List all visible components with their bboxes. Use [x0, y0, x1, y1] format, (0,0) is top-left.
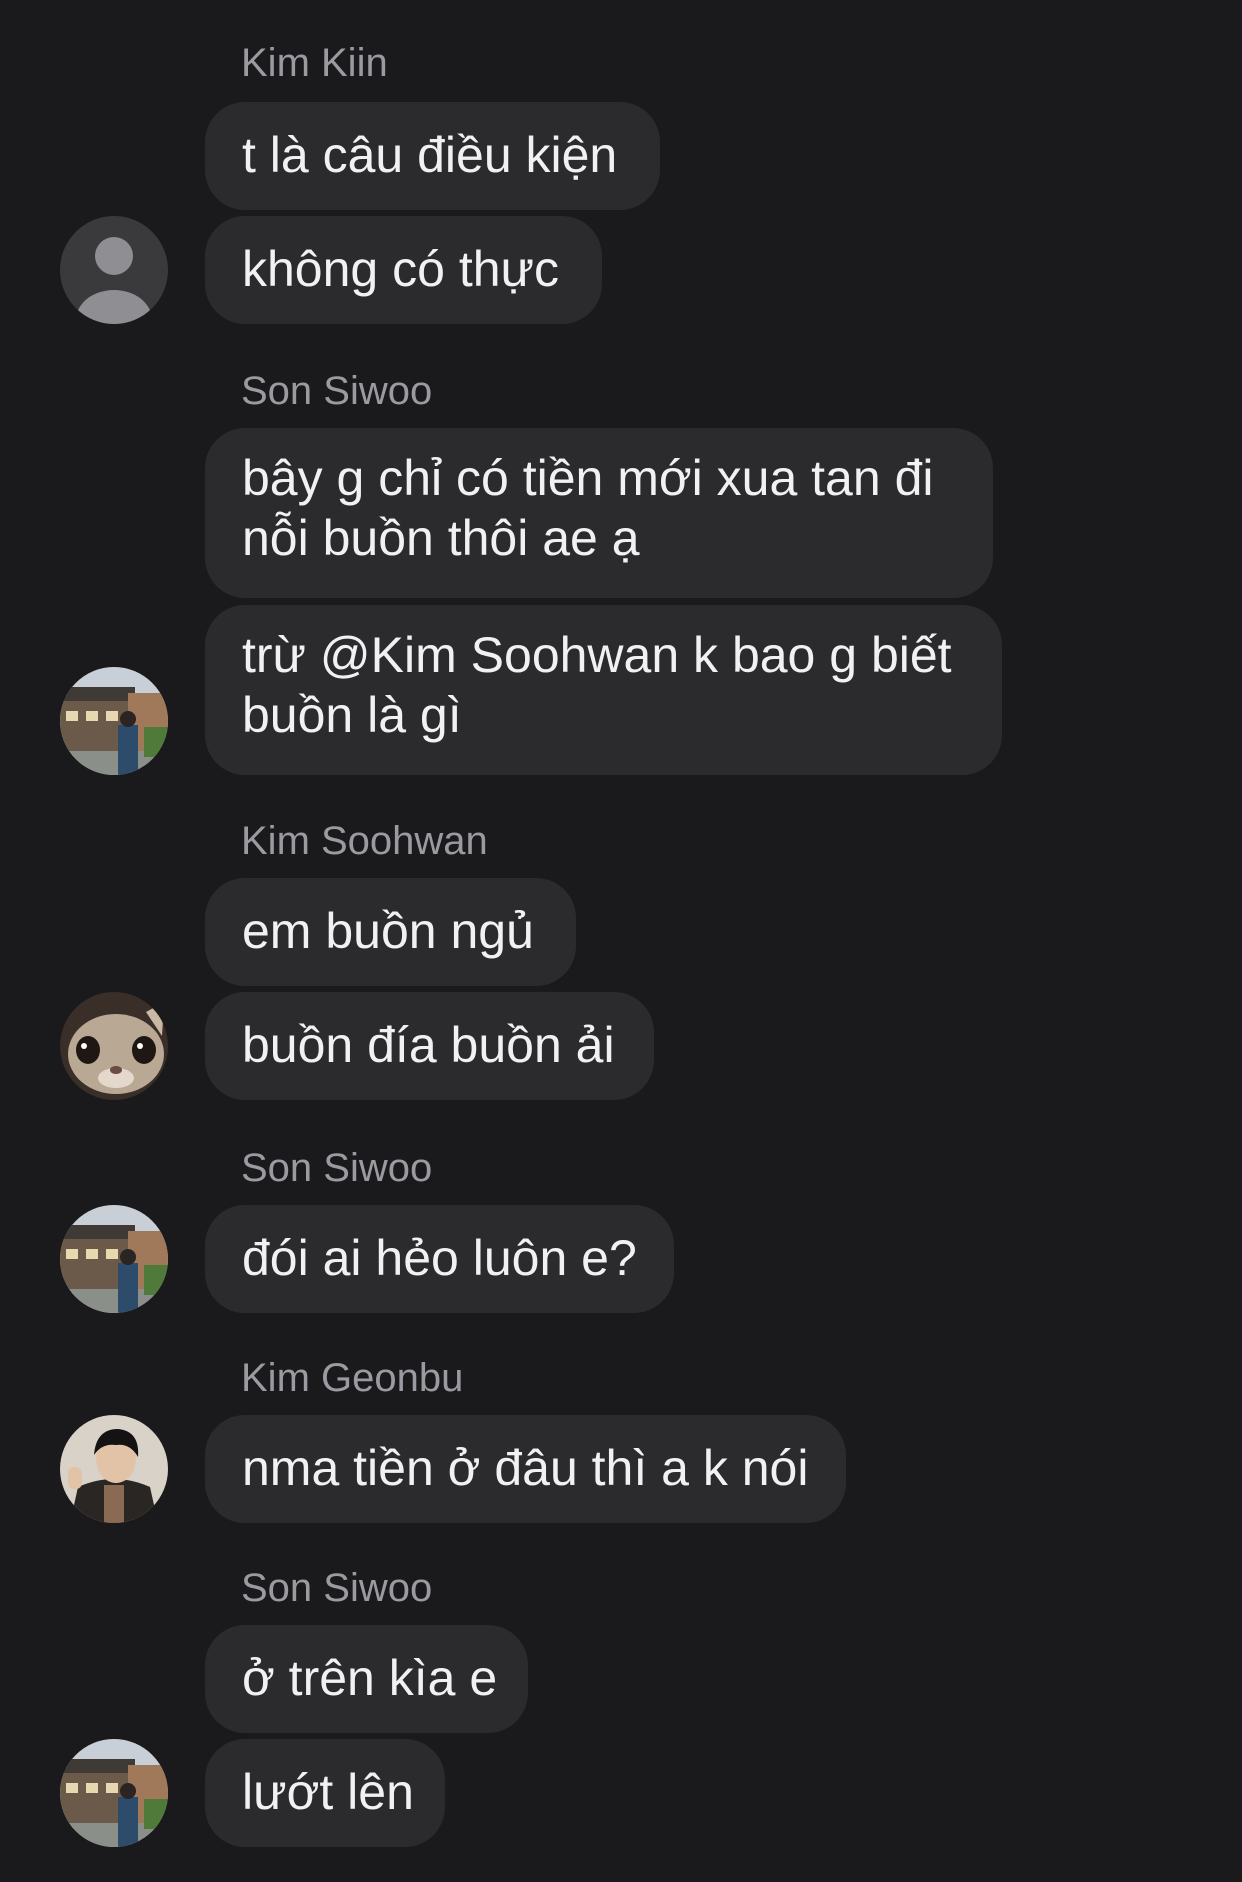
message-bubble[interactable]: không có thực — [205, 216, 602, 324]
message-bubble[interactable]: lướt lên — [205, 1739, 445, 1847]
sender-name: Kim Soohwan — [241, 819, 488, 863]
sender-name: Son Siwoo — [241, 1566, 433, 1610]
sender-name: Son Siwoo — [241, 1146, 433, 1190]
message-bubble[interactable]: trừ @Kim Soohwan k bao g biết buồn là gì — [205, 605, 1002, 775]
message-bubble[interactable]: ở trên kìa e — [205, 1625, 528, 1733]
sender-name: Son Siwoo — [241, 369, 433, 413]
message-bubble[interactable]: t là câu điều kiện — [205, 102, 660, 210]
message-bubble[interactable]: đói ai hẻo luôn e? — [205, 1205, 674, 1313]
building-street-photo[interactable] — [60, 1739, 168, 1847]
message-bubble[interactable]: em buồn ngủ — [205, 878, 576, 986]
cat-face-photo[interactable] — [60, 992, 168, 1100]
building-street-photo[interactable] — [60, 1205, 168, 1313]
sender-name: Kim Kiin — [241, 41, 388, 85]
person-selfie-photo[interactable] — [60, 1415, 168, 1523]
message-bubble[interactable]: bây g chỉ có tiền mới xua tan đi nỗi buồ… — [205, 428, 993, 598]
building-street-photo[interactable] — [60, 667, 168, 775]
default-person-icon[interactable] — [60, 216, 168, 324]
message-bubble[interactable]: nma tiền ở đâu thì a k nói — [205, 1415, 846, 1523]
sender-name: Kim Geonbu — [241, 1356, 464, 1400]
message-bubble[interactable]: buồn đía buồn ải — [205, 992, 654, 1100]
